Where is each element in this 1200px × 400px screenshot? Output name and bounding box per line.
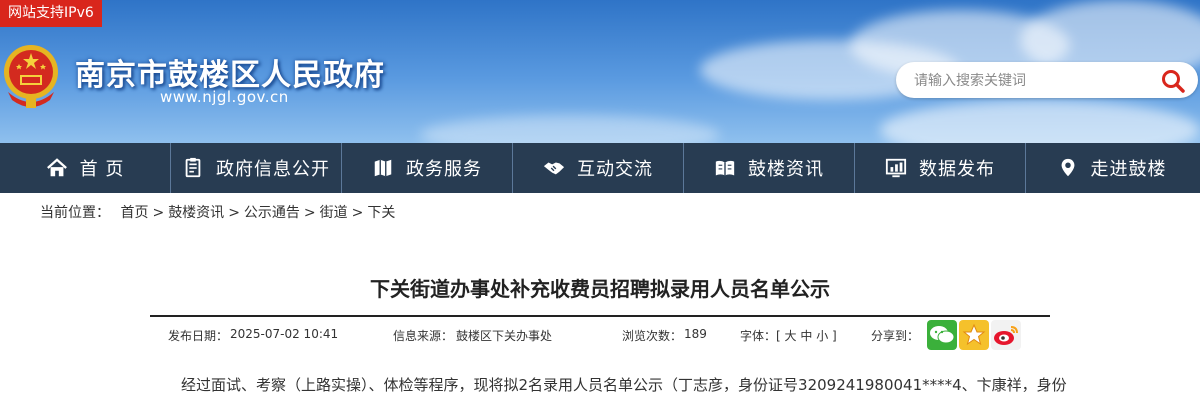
breadcrumb-separator: > (303, 205, 316, 221)
font-size-control: 字体：[ 大 中 小 ] (740, 327, 837, 344)
breadcrumb-news[interactable]: 鼓楼资讯 (168, 205, 224, 221)
nav-item-services[interactable]: 政务服务 (342, 143, 513, 193)
breadcrumb-xiaguan[interactable]: 下关 (367, 205, 395, 221)
publish-date: 2025-07-02 10:41 (230, 327, 339, 341)
map-icon (374, 159, 392, 177)
wechat-icon[interactable] (927, 320, 957, 350)
title-divider (150, 315, 1050, 317)
handshake-icon (543, 162, 565, 175)
nav-item-label: 首 页 (79, 159, 125, 180)
book-icon (715, 160, 735, 176)
search-box (896, 62, 1198, 98)
nav-item-home[interactable]: 首 页 (0, 143, 171, 193)
nav-item-gov-info[interactable]: 政府信息公开 (171, 143, 342, 193)
nav-item-label: 互动交流 (577, 159, 653, 180)
source-value: 鼓楼区下关办事处 (456, 329, 553, 343)
search-icon[interactable] (1160, 68, 1186, 94)
location-pin-icon (1061, 158, 1074, 177)
breadcrumb-street[interactable]: 街道 (320, 205, 348, 221)
font-small-button[interactable]: 小 (816, 329, 828, 343)
home-icon (46, 158, 67, 177)
views-count: 189 (684, 327, 707, 341)
site-url[interactable]: www.njgl.gov.cn (160, 88, 289, 106)
site-header: 网站支持IPv6 南京市鼓楼区人民政府 www.njgl.gov.cn (0, 0, 1200, 143)
nav-item-label: 政府信息公开 (216, 159, 330, 180)
font-large-button[interactable]: 大 (785, 329, 797, 343)
breadcrumb: 当前位置： 首页 > 鼓楼资讯 > 公示通告 > 街道 > 下关 (40, 202, 395, 222)
nav-item-news[interactable]: 鼓楼资讯 (684, 143, 855, 193)
breadcrumb-separator: > (351, 205, 364, 221)
nav-item-label: 鼓楼资讯 (748, 159, 824, 180)
breadcrumb-separator: > (228, 205, 240, 221)
breadcrumb-home[interactable]: 首页 (120, 205, 148, 221)
main-nav: 首 页 政府信息公开 政务服务 互动交流 鼓楼资讯 数据发布 走进鼓楼 (0, 143, 1200, 193)
share-icons (927, 320, 1023, 350)
breadcrumb-separator: > (152, 205, 165, 221)
nav-item-label: 数据发布 (919, 159, 995, 180)
nav-item-label: 政务服务 (406, 159, 482, 180)
font-medium-button[interactable]: 中 (800, 329, 812, 343)
ipv6-badge: 网站支持IPv6 (0, 0, 102, 27)
article-body: 经过面试、考察（上路实操）、体检等程序，现将拟2名录用人员名单公示（丁志彦，身份… (181, 376, 1067, 394)
nav-item-about[interactable]: 走进鼓楼 (1026, 143, 1197, 193)
cloud-decoration (420, 115, 720, 143)
chart-icon (885, 158, 907, 178)
nav-item-data[interactable]: 数据发布 (855, 143, 1026, 193)
source-label: 信息来源： (393, 329, 454, 343)
breadcrumb-notices[interactable]: 公示通告 (244, 205, 300, 221)
font-size-close: ] (832, 329, 837, 343)
font-size-label: 字体：[ (740, 329, 781, 343)
search-input[interactable] (912, 69, 1146, 93)
views-label: 浏览次数： (622, 329, 683, 343)
weibo-icon[interactable] (991, 320, 1021, 350)
document-icon (185, 157, 201, 178)
nav-item-label: 走进鼓楼 (1090, 159, 1167, 180)
share-label: 分享到： (871, 329, 920, 343)
qzone-icon[interactable] (959, 320, 989, 350)
publish-date-label: 发布日期： (168, 329, 229, 343)
national-emblem-icon (4, 45, 58, 108)
breadcrumb-prefix: 当前位置： (40, 205, 110, 221)
nav-item-interaction[interactable]: 互动交流 (513, 143, 684, 193)
cloud-decoration (880, 100, 1200, 143)
article-title: 下关街道办事处补充收费员招聘拟录用人员名单公示 (370, 277, 830, 301)
